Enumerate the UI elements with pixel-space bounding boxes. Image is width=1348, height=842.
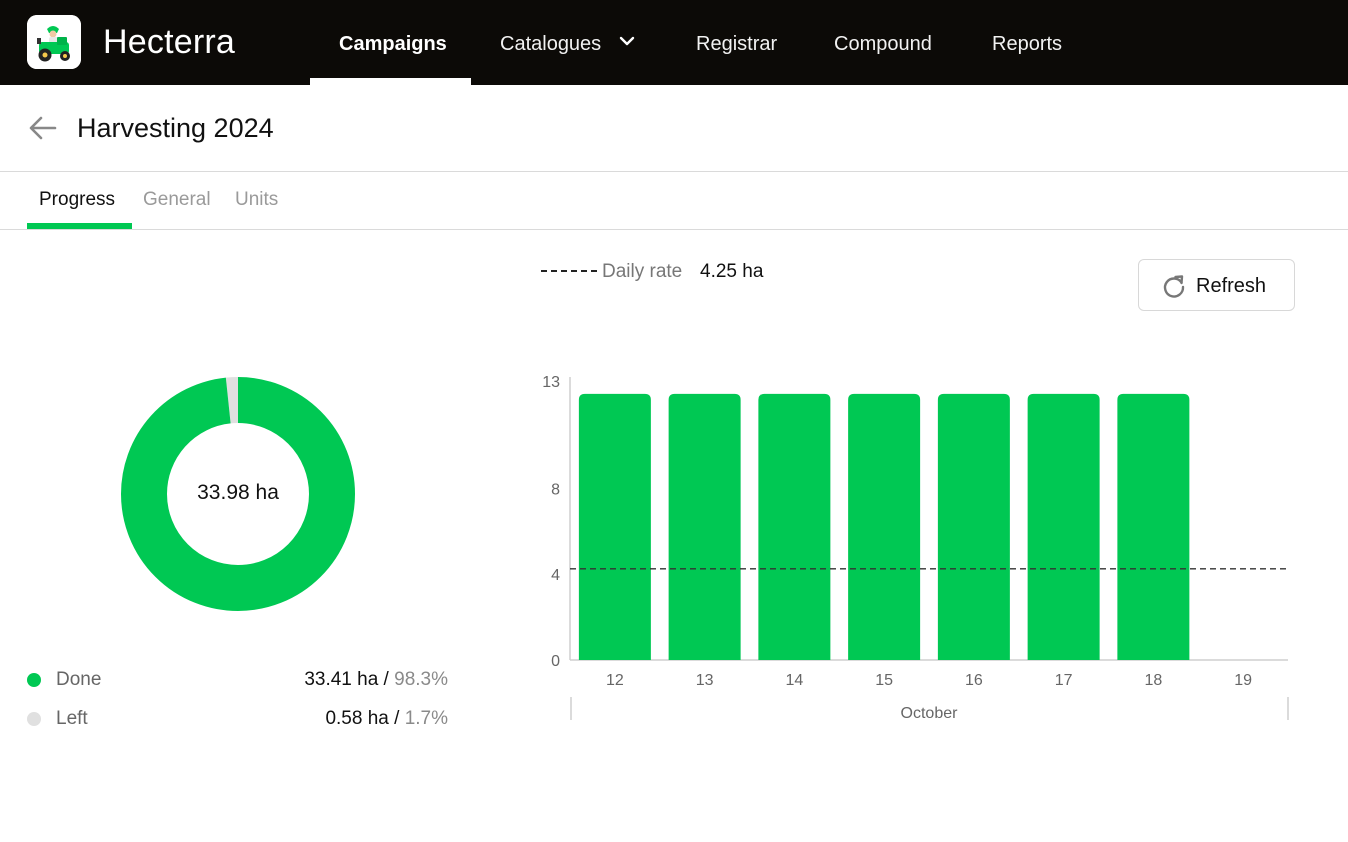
x-tick-label: 19 [1234,672,1252,689]
header-divider [0,171,1348,172]
nav-registrar[interactable]: Registrar [696,0,777,85]
nav-active-indicator [310,78,471,85]
tab-units[interactable]: Units [235,188,278,212]
x-tick-label: 15 [875,672,893,689]
donut-total-value: 33.98 ha [197,481,279,504]
daily-rate-legend-line [541,270,597,272]
nav-campaigns[interactable]: Campaigns [339,0,447,85]
bar-day-18 [1117,393,1190,660]
x-tick-label: 13 [696,672,714,689]
tab-progress[interactable]: Progress [39,188,115,212]
daily-rate-label: Daily rate [602,261,683,282]
legend-row-done: Done 33.41 ha / 98.3% [27,667,448,693]
left-separator: / [388,708,405,729]
x-tick-label: 16 [965,672,983,689]
legend-label-left: Left [56,708,88,729]
refresh-button[interactable]: Refresh [1138,259,1295,311]
legend-label-done: Done [56,669,102,690]
daily-progress-bar-chart: 0 4 8 13 12 13 14 15 16 17 18 19 October [542,374,1289,722]
legend-dot-done [27,673,41,687]
app-name[interactable]: Hecterra [103,22,235,62]
x-tick-label: 17 [1055,672,1073,689]
nav-reports[interactable]: Reports [992,0,1062,85]
done-separator: / [378,669,395,690]
bar-day-17 [1027,393,1100,660]
y-tick-label: 13 [542,374,560,391]
done-percent: 98.3% [394,669,448,690]
x-axis-month-label: October [901,705,959,722]
arrow-left-icon[interactable] [28,114,58,142]
refresh-button-label: Refresh [1196,275,1267,297]
bar-day-12 [578,393,651,660]
legend-value-done: 33.41 ha / 98.3% [304,668,448,692]
bar-day-14 [758,393,831,660]
bar-day-16 [937,393,1010,660]
daily-rate-value: 4.25 ha [700,261,764,282]
done-hectares: 33.41 ha [304,669,379,690]
y-tick-label: 0 [551,653,560,670]
refresh-icon [1163,275,1185,298]
x-tick-label: 14 [785,672,803,689]
bar-day-15 [848,393,921,660]
y-tick-label: 4 [551,567,560,584]
left-hectares: 0.58 ha [325,708,389,729]
legend-value-left: 0.58 ha / 1.7% [325,707,448,731]
chevron-down-icon[interactable] [619,36,635,48]
bar-day-13 [668,393,741,660]
top-navigation-bar: Hecterra Campaigns Catalogues Registrar … [0,0,1348,85]
y-tick-label: 8 [551,481,560,498]
nav-compound[interactable]: Compound [834,0,932,85]
x-tick-label: 18 [1144,672,1162,689]
tractor-logo-icon[interactable] [27,15,81,69]
legend-row-left: Left 0.58 ha / 1.7% [27,706,448,732]
tab-general[interactable]: General [143,188,211,212]
left-percent: 1.7% [404,708,448,729]
legend-dot-left [27,712,41,726]
page-title: Harvesting 2024 [77,113,274,143]
x-tick-label: 12 [606,672,624,689]
tabs-divider [0,229,1348,230]
nav-catalogues[interactable]: Catalogues [500,0,601,85]
